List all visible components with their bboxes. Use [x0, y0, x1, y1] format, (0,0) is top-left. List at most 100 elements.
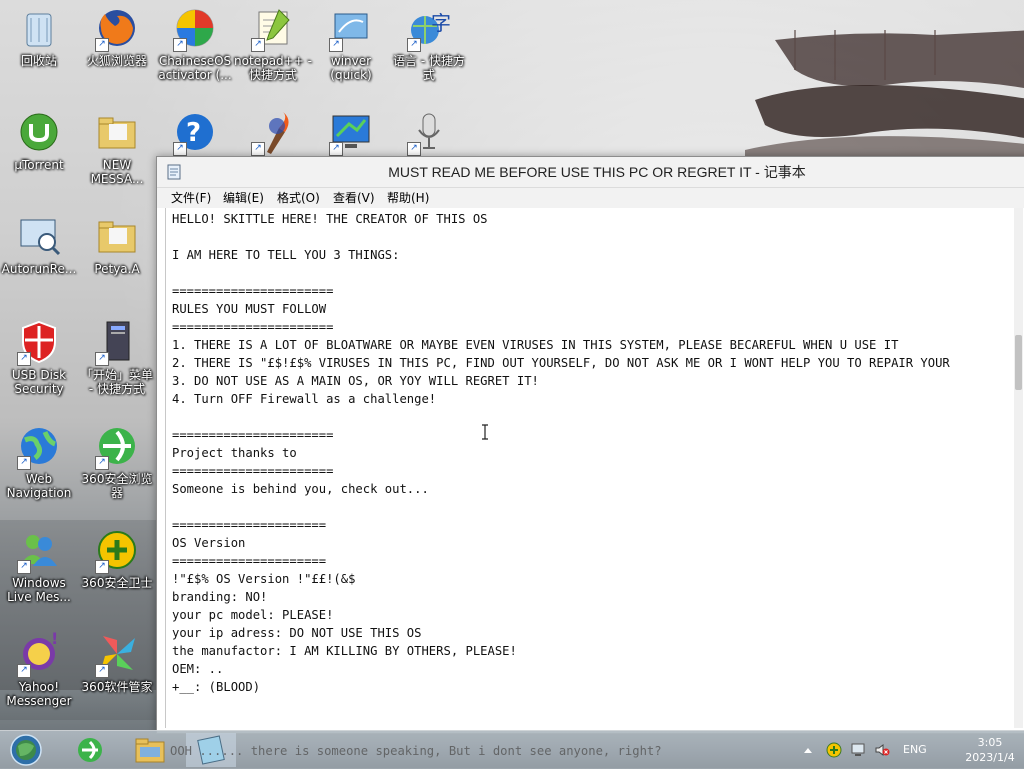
desktop-icon-label: Web Navigation [6, 472, 72, 500]
vertical-scrollbar[interactable] [1014, 208, 1023, 728]
desktop-icon-label: 火狐浏览器 [86, 54, 147, 68]
notepad-window[interactable]: MUST READ ME BEFORE USE THIS PC OR REGRE… [156, 156, 1024, 734]
desktop-icon-label: USB Disk Security [11, 368, 67, 396]
desktop-icon-label: Windows Live Mes... [7, 576, 71, 604]
clock-date: 2023/1/4 [965, 751, 1015, 764]
desktop-icon[interactable]: ! ↗ Yahoo! Messenger [0, 630, 78, 708]
desktop-icon-label: notepad++ - 快捷方式 [234, 54, 312, 82]
scrollbar-thumb[interactable] [1015, 335, 1022, 390]
desktop-icon[interactable]: ↗ [390, 108, 468, 158]
menu-edit[interactable]: 编辑(E) [219, 188, 268, 208]
menu-view[interactable]: 查看(V) [329, 188, 379, 208]
language-icon: 字 ↗ [405, 4, 453, 52]
desktop-icon[interactable]: ↗ 「开始」菜单 - 快捷方式 [78, 318, 156, 396]
shortcut-arrow-icon: ↗ [251, 38, 265, 52]
shortcut-arrow-icon: ↗ [407, 38, 421, 52]
desktop-icon-label: 360安全浏览器 [81, 472, 153, 500]
shortcut-arrow-icon: ↗ [173, 38, 187, 52]
desktop-icon-label: NEW MESSA... [90, 158, 144, 186]
svg-text:字: 字 [431, 11, 451, 35]
messenger-icon: ↗ [15, 526, 63, 574]
recycle-bin-icon [15, 4, 63, 52]
desktop-icon[interactable]: ↗ Windows Live Mes... [0, 526, 78, 604]
desktop-icon[interactable]: ↗ Web Navigation [0, 422, 78, 500]
desktop-icon-label: µTorrent [14, 158, 64, 172]
globe-icon: ↗ [15, 422, 63, 470]
pagoda-roof-graphic [745, 30, 1024, 160]
desktop-icon[interactable]: ? ↗ [156, 108, 234, 158]
window-title-bar[interactable]: MUST READ ME BEFORE USE THIS PC OR REGRE… [157, 157, 1024, 188]
desktop-icon[interactable]: ↗ 360安全浏览器 [78, 422, 156, 500]
text-cursor-icon [482, 424, 488, 440]
browser-360-icon[interactable] [72, 733, 108, 767]
winver-icon: ↗ [327, 4, 375, 52]
guard-360-icon: ↗ [93, 526, 141, 574]
desktop-icon[interactable]: ↗ 360安全卫士 [78, 526, 156, 590]
clock[interactable]: 3:05 2023/1/4 [960, 735, 1020, 765]
shortcut-arrow-icon: ↗ [95, 38, 109, 52]
desktop-icon-label: AutorunRe... [1, 262, 77, 276]
firefox-icon: ↗ [93, 4, 141, 52]
desktop-icon[interactable]: 字 ↗ 语言 - 快捷方式 [390, 4, 468, 82]
svg-text:!: ! [51, 630, 58, 648]
desktop-icon-label: 语言 - 快捷方式 [393, 54, 465, 82]
shortcut-arrow-icon: ↗ [17, 456, 31, 470]
menu-format[interactable]: 格式(O) [273, 188, 324, 208]
desktop-icon[interactable]: ↗ 火狐浏览器 [78, 4, 156, 68]
desktop-icon-label: 回收站 [20, 54, 57, 68]
shortcut-arrow-icon: ↗ [95, 456, 109, 470]
tray-expand-icon[interactable] [803, 742, 813, 758]
window-title: MUST READ ME BEFORE USE THIS PC OR REGRE… [388, 164, 806, 180]
desktop-icon-label: ChaineseOS activator (... [158, 54, 232, 82]
activator-icon: ↗ [171, 4, 219, 52]
clock-time: 3:05 [977, 736, 1003, 749]
shortcut-arrow-icon: ↗ [17, 664, 31, 678]
language-indicator[interactable]: ENG [903, 743, 927, 756]
shortcut-arrow-icon: ↗ [173, 142, 187, 156]
shield-icon: ↗ [15, 318, 63, 366]
tray-network-icon[interactable] [850, 742, 866, 758]
monitor-icon: ↗ [327, 108, 375, 156]
desktop-icon[interactable]: ↗ [312, 108, 390, 158]
desktop-icon-label: 360安全卫士 [81, 576, 153, 590]
tray-volume-icon[interactable] [874, 742, 890, 758]
desktop-icon[interactable]: ↗ notepad++ - 快捷方式 [234, 4, 312, 82]
desktop-icon-label: winver (quick) [330, 54, 372, 82]
overlay-message-text: OOH ...... there is someone speaking, Bu… [170, 744, 662, 758]
desktop-icon-label: 360软件管家 [81, 680, 153, 694]
menu-bar: 文件(F) 编辑(E) 格式(O) 查看(V) 帮助(H) [157, 188, 1024, 208]
desktop-icon[interactable]: NEW MESSA... [78, 108, 156, 186]
autorun-icon [15, 212, 63, 260]
desktop-icon-label: Petya.A [94, 262, 140, 276]
desktop-icon[interactable]: Petya.A [78, 212, 156, 276]
desktop-icon[interactable]: ↗ [234, 108, 312, 158]
notepad-plus-icon: ↗ [249, 4, 297, 52]
desktop-icon[interactable]: µTorrent [0, 108, 78, 172]
desktop-icon-label: Yahoo! Messenger [6, 680, 72, 708]
document-text[interactable]: HELLO! SKITTLE HERE! THE CREATOR OF THIS… [166, 208, 1021, 698]
menu-file[interactable]: 文件(F) [167, 188, 215, 208]
folder-icon [93, 212, 141, 260]
svg-text:?: ? [186, 118, 201, 148]
browser-360-icon: ↗ [93, 422, 141, 470]
shortcut-arrow-icon: ↗ [95, 664, 109, 678]
shortcut-arrow-icon: ↗ [407, 142, 421, 156]
explorer-icon[interactable] [132, 733, 168, 767]
desktop-icon[interactable]: AutorunRe... [0, 212, 78, 276]
desktop-icon[interactable]: ↗ USB Disk Security [0, 318, 78, 396]
desktop-icon[interactable]: ↗ winver (quick) [312, 4, 390, 82]
desktop-icon-label: 「开始」菜单 - 快捷方式 [80, 368, 153, 396]
text-editor-area[interactable]: HELLO! SKITTLE HERE! THE CREATOR OF THIS… [165, 208, 1021, 728]
shortcut-arrow-icon: ↗ [329, 142, 343, 156]
desktop-icon[interactable]: 回收站 [0, 4, 78, 68]
tray-360-guard-icon[interactable] [826, 742, 842, 758]
start-orb-icon[interactable] [6, 732, 46, 768]
desktop-icon[interactable]: ↗ 360软件管家 [78, 630, 156, 694]
utorrent-icon [15, 108, 63, 156]
desktop-icon[interactable]: ↗ ChaineseOS activator (... [156, 4, 234, 82]
shortcut-arrow-icon: ↗ [17, 352, 31, 366]
help-icon: ? ↗ [171, 108, 219, 156]
shortcut-arrow-icon: ↗ [95, 352, 109, 366]
menu-help[interactable]: 帮助(H) [383, 188, 433, 208]
yahoo-icon: ! ↗ [15, 630, 63, 678]
